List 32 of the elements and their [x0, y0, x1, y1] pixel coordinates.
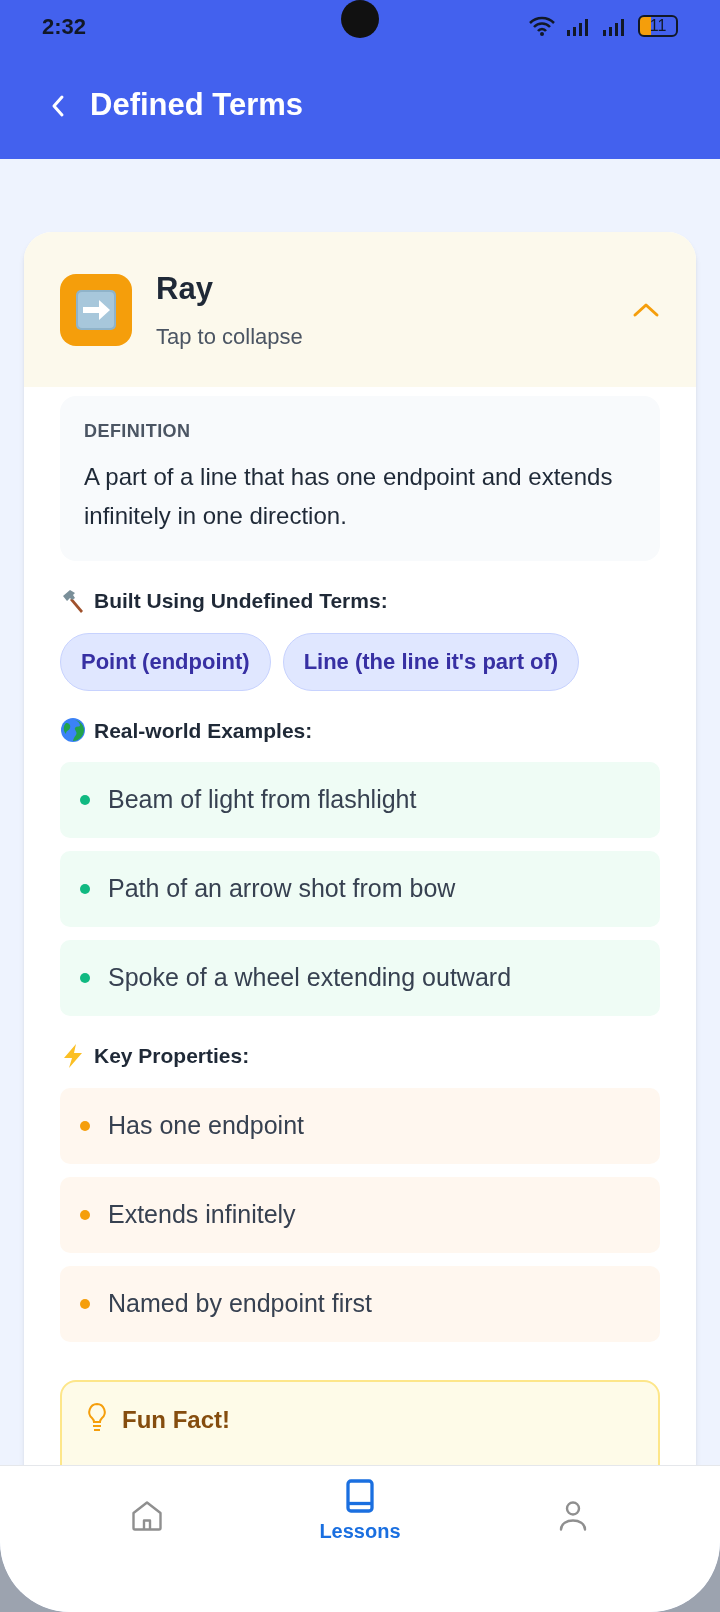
term-header[interactable]: Ray Tap to collapse — [24, 232, 696, 387]
definition-text: A part of a line that has one endpoint and extends infinitely in one direction. — [84, 462, 614, 531]
term-name: Ray — [156, 269, 214, 308]
wifi-icon — [528, 15, 556, 37]
item-text: Path of an arrow shot from bow — [108, 873, 456, 905]
item-text: Extends infinitely — [108, 1198, 296, 1230]
battery-indicator: 11 — [638, 15, 678, 37]
camera-hole — [341, 0, 379, 38]
hammer-icon — [60, 587, 86, 614]
lightbulb-icon — [86, 1401, 108, 1432]
term-chip[interactable]: Line (the line it's part of) — [282, 632, 580, 691]
bullet-icon — [80, 884, 90, 894]
status-time: 2:32 — [42, 12, 87, 41]
section-heading: Key Properties: — [94, 1043, 250, 1069]
item-text: Has one endpoint — [108, 1109, 304, 1141]
bullet-icon — [80, 795, 90, 805]
term-chip[interactable]: Point (endpoint) — [60, 632, 271, 691]
fun-fact-title: Fun Fact! — [122, 1404, 230, 1435]
nav-tab[interactable]: Lessons — [280, 1478, 440, 1546]
term-hint: Tap to collapse — [156, 323, 304, 352]
bullet-icon — [80, 973, 90, 983]
section-heading: Real-world Examples: — [94, 717, 313, 744]
section-heading: Built Using Undefined Terms: — [94, 588, 388, 614]
item-text: Beam of light from flashlight — [108, 784, 417, 816]
item-text: Spoke of a wheel extending outward — [108, 962, 512, 994]
globe-icon — [60, 717, 86, 744]
bullet-icon — [80, 1209, 90, 1220]
definition-label: DEFINITION — [84, 420, 192, 443]
item-text: Named by endpoint first — [108, 1287, 373, 1319]
bullet-icon — [80, 1298, 90, 1309]
page-title: Defined Terms — [90, 86, 304, 125]
bullet-icon — [80, 1120, 90, 1131]
